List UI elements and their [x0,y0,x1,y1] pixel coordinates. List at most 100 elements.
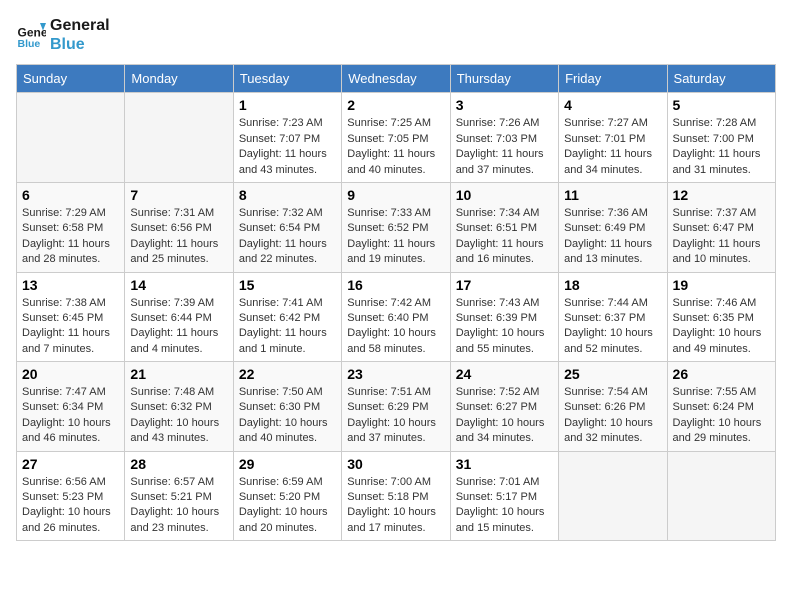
calendar-day-cell: 19 Sunrise: 7:46 AMSunset: 6:35 PMDayligh… [667,272,775,362]
svg-text:Blue: Blue [18,38,41,50]
day-number: 29 [239,456,336,472]
calendar-week-row: 1 Sunrise: 7:23 AMSunset: 7:07 PMDaylight… [17,93,776,183]
calendar-day-cell: 7 Sunrise: 7:31 AMSunset: 6:56 PMDaylight… [125,182,233,272]
calendar-day-cell: 18 Sunrise: 7:44 AMSunset: 6:37 PMDayligh… [559,272,667,362]
calendar-day-cell: 20 Sunrise: 7:47 AMSunset: 6:34 PMDayligh… [17,362,125,452]
day-info: Sunrise: 7:38 AMSunset: 6:45 PMDaylight:… [22,296,119,358]
day-info: Sunrise: 7:54 AMSunset: 6:26 PMDaylight:… [564,385,661,447]
day-info: Sunrise: 7:43 AMSunset: 6:39 PMDaylight:… [456,296,553,358]
day-number: 1 [239,97,336,113]
calendar-day-cell: 28Sunrise: 6:57 AMSunset: 5:21 PMDayligh… [125,451,233,541]
day-number: 31 [456,456,553,472]
day-info: Sunrise: 7:36 AMSunset: 6:49 PMDaylight:… [564,206,661,268]
day-number: 3 [456,97,553,113]
day-number: 20 [22,366,119,382]
calendar-day-cell: 10 Sunrise: 7:34 AMSunset: 6:51 PMDayligh… [450,182,558,272]
day-number: 21 [130,366,227,382]
logo-text-blue: Blue [50,35,110,54]
calendar-day-cell: 24 Sunrise: 7:52 AMSunset: 6:27 PMDayligh… [450,362,558,452]
day-number: 11 [564,187,661,203]
day-of-week-header: Saturday [667,65,775,93]
calendar-day-cell [667,451,775,541]
day-number: 7 [130,187,227,203]
day-number: 16 [347,277,444,293]
calendar-day-cell: 5Sunrise: 7:28 AMSunset: 7:00 PMDaylight… [667,93,775,183]
day-of-week-header: Wednesday [342,65,450,93]
calendar-day-cell [559,451,667,541]
day-info: Sunrise: 7:28 AMSunset: 7:00 PMDaylight:… [673,116,770,178]
day-number: 14 [130,277,227,293]
day-info: Sunrise: 7:50 AMSunset: 6:30 PMDaylight:… [239,385,336,447]
day-info: Sunrise: 7:46 AMSunset: 6:35 PMDaylight:… [673,296,770,358]
day-info: Sunrise: 6:59 AMSunset: 5:20 PMDaylight:… [239,475,336,537]
calendar-day-cell: 9 Sunrise: 7:33 AMSunset: 6:52 PMDaylight… [342,182,450,272]
day-number: 22 [239,366,336,382]
calendar-week-row: 6 Sunrise: 7:29 AMSunset: 6:58 PMDaylight… [17,182,776,272]
day-info: Sunrise: 7:52 AMSunset: 6:27 PMDaylight:… [456,385,553,447]
day-info: Sunrise: 7:29 AMSunset: 6:58 PMDaylight:… [22,206,119,268]
calendar-day-cell: 15 Sunrise: 7:41 AMSunset: 6:42 PMDayligh… [233,272,341,362]
day-number: 18 [564,277,661,293]
day-number: 9 [347,187,444,203]
calendar-day-cell: 25 Sunrise: 7:54 AMSunset: 6:26 PMDayligh… [559,362,667,452]
calendar-day-cell: 11 Sunrise: 7:36 AMSunset: 6:49 PMDayligh… [559,182,667,272]
calendar-day-cell: 13Sunrise: 7:38 AMSunset: 6:45 PMDayligh… [17,272,125,362]
calendar-table: SundayMondayTuesdayWednesdayThursdayFrid… [16,64,776,541]
calendar-day-cell: 17 Sunrise: 7:43 AMSunset: 6:39 PMDayligh… [450,272,558,362]
day-number: 2 [347,97,444,113]
calendar-day-cell: 1 Sunrise: 7:23 AMSunset: 7:07 PMDaylight… [233,93,341,183]
day-info: Sunrise: 7:00 AMSunset: 5:18 PMDaylight:… [347,475,444,537]
calendar-day-cell: 23 Sunrise: 7:51 AMSunset: 6:29 PMDayligh… [342,362,450,452]
day-number: 17 [456,277,553,293]
calendar-day-cell: 16 Sunrise: 7:42 AMSunset: 6:40 PMDayligh… [342,272,450,362]
logo-text-general: General [50,16,110,35]
day-info: Sunrise: 7:33 AMSunset: 6:52 PMDaylight:… [347,206,444,268]
day-info: Sunrise: 7:31 AMSunset: 6:56 PMDaylight:… [130,206,227,268]
calendar-week-row: 20 Sunrise: 7:47 AMSunset: 6:34 PMDayligh… [17,362,776,452]
day-info: Sunrise: 7:01 AMSunset: 5:17 PMDaylight:… [456,475,553,537]
day-number: 6 [22,187,119,203]
calendar-day-cell: 30 Sunrise: 7:00 AMSunset: 5:18 PMDayligh… [342,451,450,541]
calendar-day-cell: 6 Sunrise: 7:29 AMSunset: 6:58 PMDaylight… [17,182,125,272]
day-info: Sunrise: 7:34 AMSunset: 6:51 PMDaylight:… [456,206,553,268]
day-info: Sunrise: 7:51 AMSunset: 6:29 PMDaylight:… [347,385,444,447]
day-info: Sunrise: 7:39 AMSunset: 6:44 PMDaylight:… [130,296,227,358]
day-info: Sunrise: 7:23 AMSunset: 7:07 PMDaylight:… [239,116,336,178]
day-number: 19 [673,277,770,293]
calendar-day-cell: 27 Sunrise: 6:56 AMSunset: 5:23 PMDayligh… [17,451,125,541]
day-number: 30 [347,456,444,472]
calendar-day-cell: 2Sunrise: 7:25 AMSunset: 7:05 PMDaylight… [342,93,450,183]
calendar-day-cell: 3 Sunrise: 7:26 AMSunset: 7:03 PMDaylight… [450,93,558,183]
day-of-week-header: Thursday [450,65,558,93]
day-info: Sunrise: 7:41 AMSunset: 6:42 PMDaylight:… [239,296,336,358]
day-info: Sunrise: 7:42 AMSunset: 6:40 PMDaylight:… [347,296,444,358]
day-number: 28 [130,456,227,472]
calendar-header-row: SundayMondayTuesdayWednesdayThursdayFrid… [17,65,776,93]
day-number: 27 [22,456,119,472]
calendar-day-cell [17,93,125,183]
day-info: Sunrise: 7:26 AMSunset: 7:03 PMDaylight:… [456,116,553,178]
day-number: 10 [456,187,553,203]
day-info: Sunrise: 6:56 AMSunset: 5:23 PMDaylight:… [22,475,119,537]
day-info: Sunrise: 7:47 AMSunset: 6:34 PMDaylight:… [22,385,119,447]
day-of-week-header: Sunday [17,65,125,93]
day-of-week-header: Tuesday [233,65,341,93]
day-number: 25 [564,366,661,382]
day-number: 12 [673,187,770,203]
calendar-day-cell [125,93,233,183]
day-info: Sunrise: 7:37 AMSunset: 6:47 PMDaylight:… [673,206,770,268]
day-info: Sunrise: 7:44 AMSunset: 6:37 PMDaylight:… [564,296,661,358]
calendar-day-cell: 29 Sunrise: 6:59 AMSunset: 5:20 PMDayligh… [233,451,341,541]
calendar-day-cell: 31 Sunrise: 7:01 AMSunset: 5:17 PMDayligh… [450,451,558,541]
day-info: Sunrise: 7:32 AMSunset: 6:54 PMDaylight:… [239,206,336,268]
calendar-day-cell: 26Sunrise: 7:55 AMSunset: 6:24 PMDayligh… [667,362,775,452]
day-of-week-header: Monday [125,65,233,93]
day-number: 24 [456,366,553,382]
day-number: 4 [564,97,661,113]
calendar-day-cell: 21Sunrise: 7:48 AMSunset: 6:32 PMDayligh… [125,362,233,452]
calendar-week-row: 27 Sunrise: 6:56 AMSunset: 5:23 PMDayligh… [17,451,776,541]
calendar-week-row: 13Sunrise: 7:38 AMSunset: 6:45 PMDayligh… [17,272,776,362]
day-number: 23 [347,366,444,382]
day-info: Sunrise: 7:55 AMSunset: 6:24 PMDaylight:… [673,385,770,447]
day-number: 15 [239,277,336,293]
